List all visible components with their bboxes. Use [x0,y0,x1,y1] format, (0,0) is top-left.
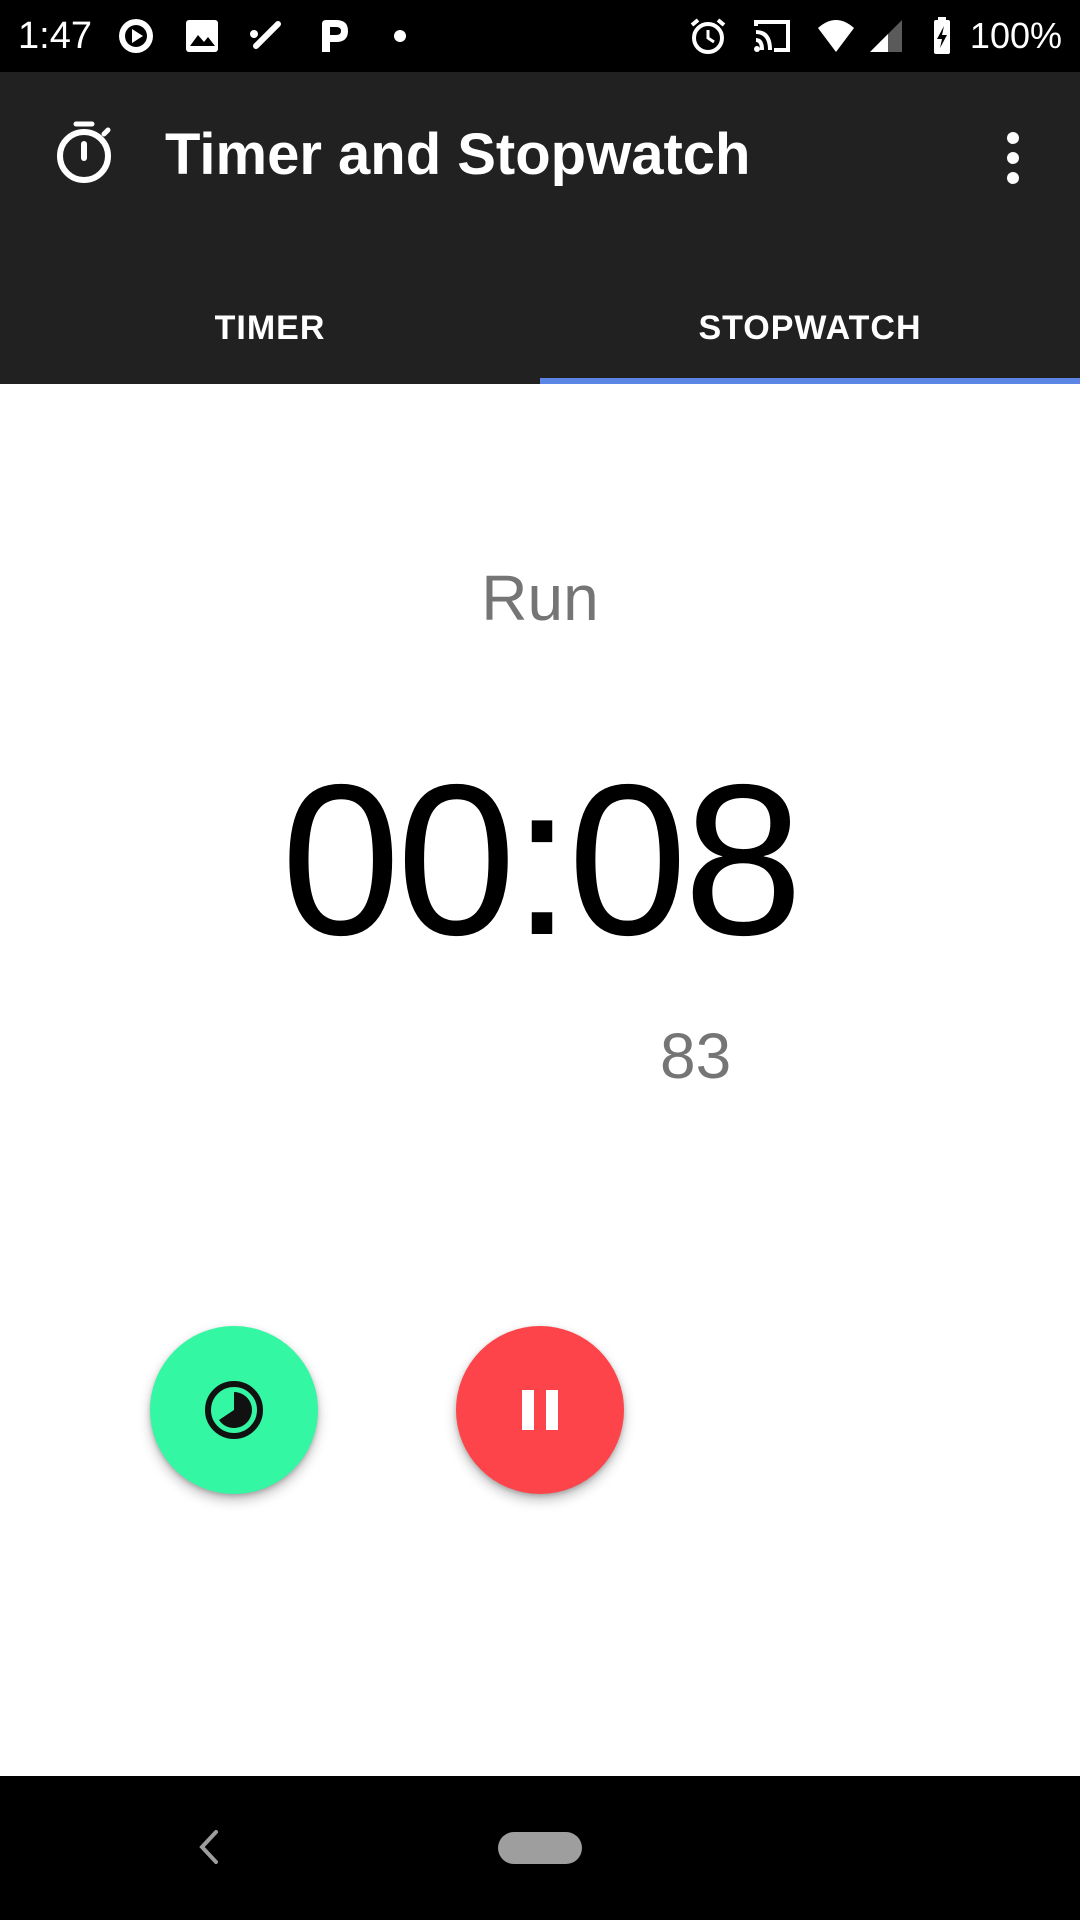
signal-icon [870,20,902,52]
tab-stopwatch-label: STOPWATCH [698,308,922,347]
tab-bar: TIMER STOPWATCH [0,272,1080,384]
navigation-bar [0,1776,1080,1920]
stopwatch-centiseconds: 83 [660,1020,732,1092]
cast-icon [754,20,790,52]
battery-charging-icon [934,17,950,54]
stopwatch-state-label: Run [481,562,599,634]
app-bar: Timer and Stopwatch TIMER STOPWATCH [0,72,1080,384]
battery-percentage: 100% [969,15,1062,56]
app-title: Timer and Stopwatch [165,122,751,187]
screen: 1:47 100% Timer and Stopwatch TIMER STOP… [0,0,1080,1920]
back-icon[interactable] [188,1822,228,1872]
stopwatch-time-display: 00:08 [280,739,803,980]
status-time: 1:47 [18,15,92,57]
tab-timer-label: TIMER [214,308,326,347]
stopwatch-icon [57,121,111,183]
tool-icon [250,21,281,49]
dot-icon [394,30,406,42]
home-pill[interactable] [498,1832,582,1864]
lap-icon [205,1381,263,1439]
pause-button[interactable] [456,1326,624,1494]
pause-icon [522,1390,558,1430]
parking-icon [322,20,348,52]
alarm-icon [690,18,726,54]
overflow-menu-icon[interactable] [990,128,1036,188]
tab-stopwatch[interactable]: STOPWATCH [540,272,1080,384]
status-bar: 1:47 100% [0,0,1080,72]
wifi-icon [818,20,854,52]
lap-button[interactable] [150,1326,318,1494]
tab-timer[interactable]: TIMER [0,272,540,384]
image-icon [186,20,218,52]
play-circle-icon [119,19,153,53]
